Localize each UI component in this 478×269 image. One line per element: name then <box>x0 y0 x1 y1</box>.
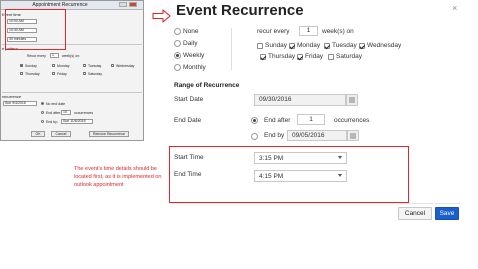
outlook-end-after-field[interactable]: 10 <box>61 110 71 115</box>
outlook-day-label: Friday <box>57 72 67 76</box>
start-date-input[interactable]: 09/30/2016 <box>254 94 346 106</box>
range-heading: Range of Recurrence <box>174 82 240 89</box>
end-after-label: End after <box>264 117 291 124</box>
radio-weekly[interactable] <box>174 52 181 59</box>
checkbox-saturday[interactable] <box>328 54 334 60</box>
checkbox-sunday[interactable] <box>257 43 263 49</box>
outlook-day-label: Sunday <box>25 64 37 68</box>
outlook-cancel-button[interactable]: Cancel <box>51 131 71 137</box>
outlook-no-end-label: No end date <box>46 102 66 106</box>
outlook-range-label: recurrence <box>2 94 22 99</box>
recurrence-option-label: Daily <box>183 40 198 47</box>
radio-end-by[interactable] <box>251 133 258 140</box>
outlook-divider <box>2 92 142 93</box>
outlook-end-by-field[interactable]: Sun 11/6/2016 <box>61 119 93 124</box>
end-by-input[interactable]: 09/05/2016 <box>287 130 347 141</box>
outlook-day-label: Wednesday <box>116 64 135 68</box>
outlook-end-by-label: End by: <box>46 120 58 124</box>
outlook-title: Appointment Recurrence <box>32 2 88 8</box>
checkbox-friday[interactable] <box>297 54 303 60</box>
outlook-remove-recurrence-button[interactable]: Remove Recurrence <box>89 131 129 137</box>
day-label: Monday <box>297 42 321 49</box>
outlook-day-label: Tuesday <box>88 64 102 68</box>
weeks-on-label: week(s) on <box>322 28 354 35</box>
outlook-time-highlight-box <box>5 9 66 50</box>
outlook-day-label: Thursday <box>25 72 40 76</box>
start-time-select[interactable]: 3:15 PM <box>254 152 347 164</box>
chevron-down-icon <box>338 174 342 177</box>
outlook-day-checkbox[interactable] <box>83 64 86 67</box>
recurrence-option-label: None <box>183 28 199 35</box>
calendar-icon[interactable] <box>346 94 358 106</box>
chevron-down-icon <box>338 156 342 159</box>
close-icon[interactable]: × <box>452 3 457 13</box>
recurrence-option-label: Monthly <box>183 64 206 71</box>
outlook-end-by-radio[interactable] <box>41 120 44 123</box>
checkbox-wednesday[interactable] <box>359 43 365 49</box>
checkbox-monday[interactable] <box>289 43 295 49</box>
radio-daily[interactable] <box>174 40 181 47</box>
recur-every-label: recur every <box>257 28 290 35</box>
outlook-day-checkbox[interactable] <box>20 64 23 67</box>
outlook-recur-every-label: Recur every <box>27 54 46 58</box>
cancel-button[interactable]: Cancel <box>398 207 432 220</box>
day-label: Tuesday <box>332 42 357 49</box>
outlook-occurrences-label: occurrences <box>74 111 94 115</box>
outlook-minimize-icon[interactable] <box>119 2 127 7</box>
start-time-label: Start Time <box>174 154 204 161</box>
outlook-end-after-label: End after: <box>46 111 62 115</box>
outlook-ok-button[interactable]: OK <box>31 131 45 137</box>
outlook-day-checkbox[interactable] <box>20 72 23 75</box>
day-label: Sunday <box>265 42 288 49</box>
outlook-recur-every-field[interactable]: 1 <box>50 53 59 58</box>
day-label: Thursday <box>268 53 296 60</box>
outlook-close-icon[interactable] <box>129 2 137 7</box>
end-time-value: 4:15 PM <box>259 173 284 180</box>
day-label: Friday <box>305 53 324 60</box>
save-button[interactable]: Save <box>435 207 459 220</box>
outlook-no-end-radio[interactable] <box>41 102 44 105</box>
checkbox-tuesday[interactable] <box>324 43 330 49</box>
options-divider <box>231 28 232 70</box>
outlook-day-checkbox[interactable] <box>52 64 55 67</box>
occurrences-label: occurrences <box>334 117 370 124</box>
day-label: Wednesday <box>367 42 402 49</box>
red-arrow-icon <box>152 9 171 23</box>
end-time-label: End Time <box>174 171 202 178</box>
footer-divider <box>171 203 460 204</box>
end-date-label: End Date <box>174 117 202 124</box>
recur-every-input[interactable]: 1 <box>299 26 318 36</box>
outlook-day-checkbox[interactable] <box>83 72 86 75</box>
end-after-input[interactable]: 1 <box>297 114 325 125</box>
outlook-day-label: Monday <box>57 64 70 68</box>
radio-monthly[interactable] <box>174 64 181 71</box>
dialog-title: Event Recurrence <box>176 2 304 19</box>
checkbox-thursday[interactable] <box>260 54 266 60</box>
outlook-end-after-radio[interactable] <box>41 111 44 114</box>
day-label: Saturday <box>336 53 363 60</box>
end-by-label: End by <box>264 132 285 139</box>
outlook-day-label: Saturday <box>88 72 103 76</box>
outlook-weeks-on-label: week(s) on: <box>62 54 81 58</box>
outlook-start-date-field[interactable]: Sun 9/4/2016 <box>3 101 37 106</box>
start-date-label: Start Date <box>174 96 204 103</box>
annotation-note: The event's time details should be locat… <box>74 166 162 188</box>
recurrence-option-label: Weekly <box>183 52 205 59</box>
outlook-day-checkbox[interactable] <box>111 64 114 67</box>
end-time-select[interactable]: 4:15 PM <box>254 170 347 182</box>
calendar-icon[interactable] <box>347 130 359 141</box>
radio-end-after[interactable] <box>251 117 258 124</box>
start-time-value: 3:15 PM <box>259 155 284 162</box>
radio-none[interactable] <box>174 28 181 35</box>
outlook-day-checkbox[interactable] <box>52 72 55 75</box>
